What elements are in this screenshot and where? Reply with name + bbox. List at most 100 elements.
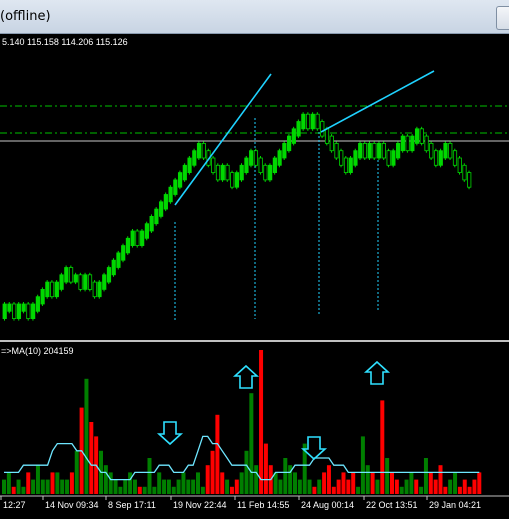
price-bar [329, 135, 334, 152]
price-bar [377, 143, 382, 159]
price-bar [106, 267, 112, 283]
volume-chart: =>MA(10) 204159 12:27 14 Nov 09:34 8 Sep 1… [0, 346, 509, 510]
price-bar [159, 201, 164, 217]
price-bar [372, 143, 377, 159]
volume-bar [360, 436, 365, 494]
price-bar [405, 135, 410, 152]
price-bar [249, 150, 254, 166]
volume-bar [84, 378, 89, 494]
price-bar [253, 150, 259, 166]
volume-bar [69, 472, 74, 494]
price-bar [433, 150, 439, 166]
price-bar [296, 121, 301, 137]
volume-bar [365, 465, 370, 494]
price-bar [97, 281, 102, 298]
price-bar [111, 259, 116, 276]
volume-bar [317, 479, 322, 494]
volume-bar [356, 486, 361, 494]
volume-bar [467, 486, 472, 494]
volume-bar [336, 479, 341, 494]
volume-bar [414, 479, 419, 494]
price-bar [201, 143, 206, 159]
volume-bar [16, 479, 21, 494]
volume-bar [200, 486, 205, 494]
time-label: 24 Aug 00:14 [301, 500, 354, 510]
price-bar [149, 215, 154, 232]
price-bar [215, 164, 221, 181]
price-bar [277, 150, 282, 166]
price-bar [78, 274, 83, 290]
price-bar [410, 135, 415, 152]
window-control-button[interactable] [496, 6, 509, 30]
price-bar [144, 223, 149, 239]
price-bars [2, 112, 472, 321]
volume-bar [229, 486, 234, 494]
volume-bar [11, 486, 16, 494]
price-bar [239, 164, 244, 181]
price-bar [31, 303, 36, 320]
price-bar [211, 157, 216, 174]
price-bar [45, 281, 50, 298]
price-bar [301, 113, 306, 130]
volume-bar [346, 479, 351, 494]
price-bar [230, 172, 235, 188]
price-bar [163, 194, 168, 210]
volume-bar [40, 479, 45, 494]
price-bar [2, 303, 7, 320]
volume-bar [438, 465, 443, 494]
volume-bar [196, 472, 200, 494]
price-bar [244, 157, 249, 174]
time-label: 8 Sep 17:11 [108, 500, 156, 510]
price-bar [35, 296, 40, 312]
volume-bar [380, 400, 385, 494]
price-bar [50, 281, 55, 298]
price-bar [192, 150, 197, 166]
volume-bar [162, 479, 167, 494]
time-label: 12:27 [3, 500, 26, 510]
volume-bar [326, 465, 331, 494]
volume-bar [108, 472, 113, 494]
volume-bar [254, 465, 259, 494]
trendline [174, 73, 272, 206]
price-bar [419, 128, 424, 144]
time-label: 11 Feb 14:55 [237, 500, 289, 510]
price-bar [140, 230, 145, 247]
volume-bar [205, 465, 210, 494]
volume-bar [297, 479, 302, 494]
volume-bar [123, 479, 128, 494]
price-bar [353, 150, 358, 166]
volume-bar [385, 458, 390, 494]
volume-bar [423, 458, 428, 494]
price-bar [121, 245, 126, 261]
volume-bar [225, 479, 230, 494]
price-bar [102, 274, 107, 290]
price-bar [286, 135, 292, 152]
volume-bar [166, 479, 171, 494]
price-bar [26, 303, 31, 320]
volume-bar [89, 422, 94, 494]
price-bar [258, 157, 263, 174]
volume-bar [152, 486, 157, 494]
volume-bar [399, 486, 404, 494]
price-bar [386, 150, 391, 166]
ohlc-readout: 5.140 115.158 114.206 115.126 [2, 37, 128, 47]
volume-bar [453, 472, 458, 494]
volume-bar [6, 472, 11, 494]
volume-bar [220, 472, 225, 494]
price-bar [315, 113, 320, 130]
volume-bar [404, 479, 409, 494]
price-bar [64, 267, 69, 283]
volume-bar [128, 472, 133, 494]
price-bar [92, 281, 97, 298]
price-bar [272, 157, 277, 174]
price-bar [310, 113, 315, 130]
price-bar [348, 157, 353, 174]
volume-bar [157, 472, 162, 494]
price-bar [358, 143, 363, 159]
price-bar [448, 143, 453, 159]
volume-bar [293, 472, 297, 494]
price-bar [40, 288, 45, 305]
price-bar [462, 164, 467, 181]
volume-bar [181, 472, 186, 494]
volume-bar [331, 486, 336, 494]
